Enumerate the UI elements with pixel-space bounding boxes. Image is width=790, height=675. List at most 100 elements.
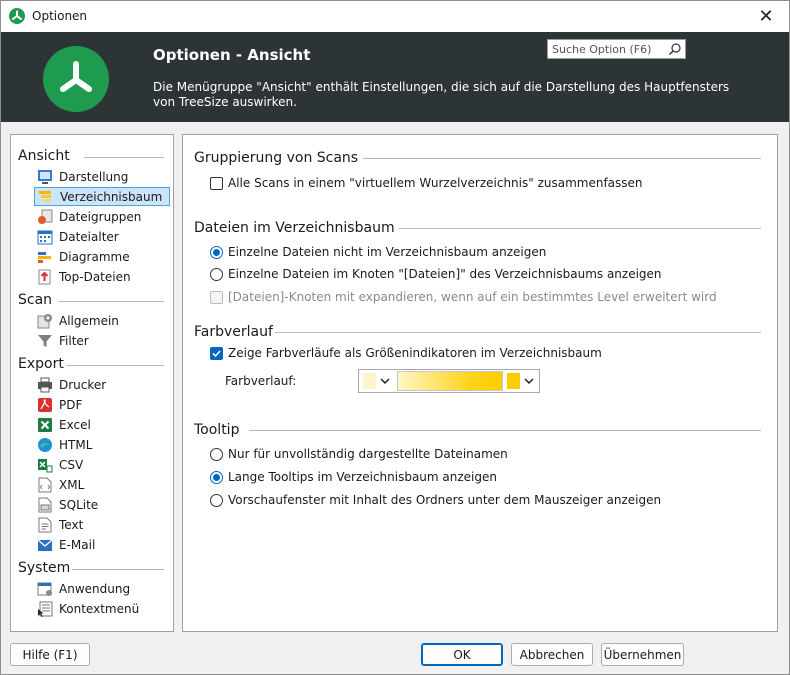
divider	[84, 157, 164, 158]
sidebar-item-allgemein[interactable]: Allgemein	[34, 311, 170, 330]
cancel-button[interactable]: Abbrechen	[511, 643, 593, 666]
virtual-root-checkbox[interactable]	[210, 176, 223, 190]
option-label: Lange Tooltips im Verzeichnisbaum anzeig…	[228, 470, 497, 484]
xml-icon	[37, 477, 53, 493]
sidebar-group-export: Export	[18, 356, 64, 372]
divider	[59, 301, 164, 302]
directory-tree-icon	[38, 189, 54, 205]
sidebar-item-label: Text	[59, 517, 84, 532]
hide-files-option[interactable]: Einzelne Dateien nicht im Verzeichnisbau…	[210, 245, 546, 259]
files-node-radio[interactable]	[210, 267, 223, 281]
sidebar-item-diagramme[interactable]: Diagramme	[34, 247, 170, 266]
option-label: Alle Scans in einem "virtuellem Wurzelve…	[228, 176, 643, 190]
file-groups-icon	[37, 209, 53, 225]
application-icon	[37, 581, 53, 597]
apply-button[interactable]: Übernehmen	[601, 643, 684, 666]
tooltip-long-option[interactable]: Lange Tooltips im Verzeichnisbaum anzeig…	[210, 470, 497, 484]
chart-icon	[37, 249, 53, 265]
tooltip-preview-option[interactable]: Vorschaufenster mit Inhalt des Ordners u…	[210, 493, 661, 507]
sidebar-item-top-dateien[interactable]: Top-Dateien	[34, 267, 170, 286]
close-button[interactable]: ✕	[743, 1, 789, 32]
search-option-box	[547, 39, 686, 59]
checkmark-icon	[212, 349, 221, 357]
page-title: Optionen - Ansicht	[153, 46, 311, 64]
divider	[67, 365, 164, 366]
sidebar-group-ansicht: Ansicht	[18, 148, 70, 164]
start-color-swatch	[363, 373, 376, 389]
sidebar-item-label: Darstellung	[59, 169, 129, 184]
hide-files-radio[interactable]	[210, 245, 223, 259]
sidebar-item-label: Dateialter	[59, 229, 119, 244]
title-bar: Optionen ✕	[1, 1, 789, 32]
divider	[399, 228, 761, 229]
sidebar-item-label: SQLite	[59, 497, 99, 512]
option-label: Einzelne Dateien nicht im Verzeichnisbau…	[228, 245, 547, 259]
sidebar-item-label: Dateigruppen	[59, 209, 142, 224]
files-node-option[interactable]: Einzelne Dateien im Knoten "[Dateien]" d…	[210, 267, 662, 281]
expand-files-node-option: [Dateien]-Knoten mit expandieren, wenn a…	[210, 290, 717, 304]
option-label: Zeige Farbverläufe als Größenindikatoren…	[228, 346, 602, 360]
section-title-tooltip: Tooltip	[194, 422, 240, 438]
divider	[363, 158, 761, 159]
sidebar-item-html[interactable]: HTML	[34, 435, 170, 454]
end-color-dropdown-chevron-down-icon[interactable]	[522, 374, 536, 388]
tooltip-incomplete-option[interactable]: Nur für unvollständig dargestellte Datei…	[210, 447, 508, 461]
sidebar-item-e-mail[interactable]: E-Mail	[34, 535, 170, 554]
end-color-swatch	[507, 373, 520, 389]
pdf-icon	[37, 397, 53, 413]
option-label: Nur für unvollständig dargestellte Datei…	[228, 447, 508, 461]
tooltip-long-radio[interactable]	[210, 470, 223, 484]
sidebar-item-label: Diagramme	[59, 249, 130, 264]
sidebar-item-anwendung[interactable]: Anwendung	[34, 579, 170, 598]
divider	[72, 569, 164, 570]
top-files-icon	[37, 269, 53, 285]
gradient-combo-label: Farbverlauf:	[225, 374, 297, 388]
sidebar-group-scan: Scan	[18, 292, 53, 308]
sidebar-item-pdf[interactable]: PDF	[34, 395, 170, 414]
printer-icon	[37, 377, 53, 393]
sidebar-group-system: System	[18, 560, 71, 576]
sidebar-item-label: Drucker	[59, 377, 107, 392]
header-banner: Optionen - Ansicht Die Menügruppe "Ansic…	[1, 32, 789, 122]
sidebar-item-filter[interactable]: Filter	[34, 331, 170, 350]
sidebar-item-kontextmenue[interactable]: Kontextmenü	[34, 599, 170, 618]
tooltip-incomplete-radio[interactable]	[210, 447, 223, 461]
sidebar-item-sqlite[interactable]: SQLite	[34, 495, 170, 514]
excel-icon	[37, 417, 53, 433]
html-icon	[37, 437, 53, 453]
show-gradient-option[interactable]: Zeige Farbverläufe als Größenindikatoren…	[210, 346, 602, 360]
sidebar-item-label: Kontextmenü	[59, 601, 140, 616]
start-color-dropdown-chevron-down-icon[interactable]	[378, 374, 392, 388]
sidebar-item-dateialter[interactable]: Dateialter	[34, 227, 170, 246]
section-title-grouping: Gruppierung von Scans	[194, 150, 359, 166]
sidebar-item-dateigruppen[interactable]: Dateigruppen	[34, 207, 170, 226]
search-input[interactable]	[548, 40, 664, 58]
sidebar-item-verzeichnisbaum[interactable]: Verzeichnisbaum	[34, 187, 170, 206]
virtual-root-option[interactable]: Alle Scans in einem "virtuellem Wurzelve…	[210, 176, 643, 190]
filter-icon	[37, 333, 53, 349]
window-title: Optionen	[32, 9, 88, 23]
tooltip-preview-radio[interactable]	[210, 493, 223, 507]
sidebar-item-excel[interactable]: Excel	[34, 415, 170, 434]
options-dialog: Optionen ✕ Optionen - Ansicht Die Menügr…	[0, 0, 790, 675]
gradient-selector	[358, 369, 540, 393]
expand-files-node-checkbox	[210, 290, 223, 304]
search-icon[interactable]	[668, 42, 682, 56]
show-gradient-checkbox[interactable]	[210, 346, 223, 360]
sidebar-item-darstellung[interactable]: Darstellung	[34, 167, 170, 186]
sidebar-item-text[interactable]: Text	[34, 515, 170, 534]
sidebar-item-csv[interactable]: CSV	[34, 455, 170, 474]
calendar-icon	[37, 229, 53, 245]
sidebar-item-xml[interactable]: XML	[34, 475, 170, 494]
section-title-gradient: Farbverlauf	[194, 324, 273, 340]
ok-button[interactable]: OK	[421, 643, 503, 666]
options-content-panel: Gruppierung von Scans Alle Scans in eine…	[182, 134, 778, 632]
option-label: Einzelne Dateien im Knoten "[Dateien]" d…	[228, 267, 662, 281]
options-sidebar: Ansicht Darstellung Verzeichnisbaum Date…	[10, 134, 174, 632]
general-settings-icon	[37, 313, 53, 329]
sidebar-item-label: Anwendung	[59, 581, 131, 596]
help-button[interactable]: Hilfe (F1)	[10, 643, 90, 666]
option-label: Vorschaufenster mit Inhalt des Ordners u…	[228, 493, 662, 507]
page-description: Die Menügruppe "Ansicht" enthält Einstel…	[153, 80, 730, 109]
sidebar-item-drucker[interactable]: Drucker	[34, 375, 170, 394]
